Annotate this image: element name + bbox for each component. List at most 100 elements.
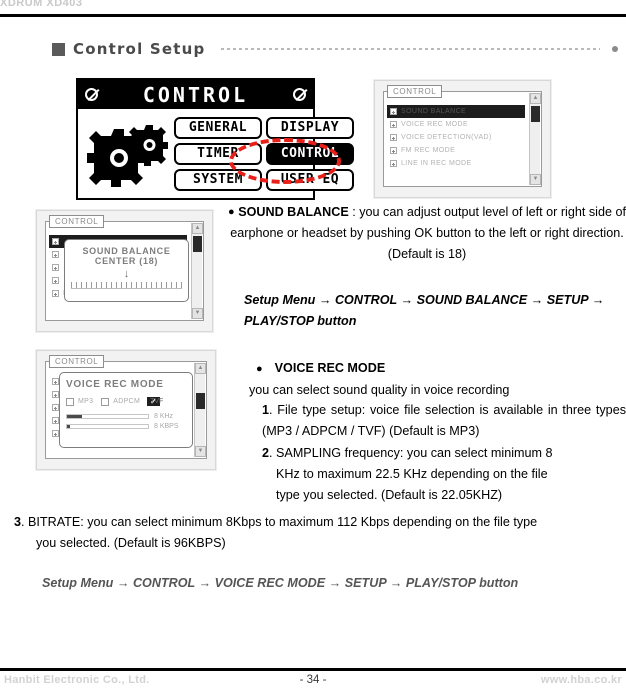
sampling-frequency-slider-row: 8 KHz <box>60 413 192 420</box>
no-entry-icon-left <box>85 88 98 101</box>
lcd-button-display[interactable]: DISPLAY <box>266 117 354 139</box>
tree-item-label: SOUND BALANCE <box>401 108 467 115</box>
tree-item-sound-balance[interactable]: SOUND BALANCE <box>387 105 525 118</box>
voice-rec-mode-item-1: 1. File type setup: voice file selection… <box>262 400 626 442</box>
item-text: . File type setup: voice file selection … <box>262 403 626 438</box>
voice-rec-mode-item-2: 2. SAMPLING frequency: you can select mi… <box>262 443 626 506</box>
footer-page-number: - 34 - <box>299 674 327 686</box>
expand-plus-icon[interactable] <box>390 134 397 141</box>
footer-website[interactable]: www.hba.co.kr <box>541 674 622 686</box>
sampling-frequency-slider[interactable] <box>66 414 149 419</box>
tree-item-label: VOICE REC MODE <box>401 121 469 128</box>
lcd-button-system[interactable]: SYSTEM <box>174 169 262 191</box>
item-text-line2: you selected. (Default is 96KBPS) <box>36 536 226 550</box>
scroll-up-arrow-icon[interactable]: ▲ <box>192 223 203 234</box>
bullet-icon: ● <box>228 206 235 218</box>
expand-plus-icon[interactable] <box>52 404 59 411</box>
checkbox-label-adpcm: ADPCM <box>113 398 141 405</box>
item-number: 1 <box>262 403 270 417</box>
lcd-button-general[interactable]: GENERAL <box>174 117 262 139</box>
expand-plus-icon[interactable] <box>390 160 397 167</box>
gears-icon <box>87 125 168 187</box>
scroll-down-arrow-icon[interactable]: ▼ <box>530 174 541 185</box>
item-text-line3: type you selected. (Default is 22.05KHZ) <box>276 488 503 502</box>
voice-rec-dialog-title: VOICE REC MODE <box>66 379 164 390</box>
tree-item-voice-detection[interactable]: VOICE DETECTION(VAD) <box>387 131 525 144</box>
tree-item-line-in-rec-mode[interactable]: LINE IN REC MODE <box>387 157 525 170</box>
voice-rec-mode-heading: ● VOICE REC MODE <box>256 361 626 375</box>
checkbox-adpcm[interactable] <box>101 397 110 406</box>
lcd-menu-button-grid: GENERAL DISPLAY TIMER CONTROL SYSTEM USE… <box>174 117 354 191</box>
control-tree-panel: CONTROL SOUND BALANCE VOICE REC MODE VOI… <box>383 85 542 187</box>
expand-plus-icon[interactable] <box>52 238 59 245</box>
lcd-button-control[interactable]: CONTROL <box>266 143 354 165</box>
expand-plus-icon[interactable] <box>390 121 397 128</box>
expand-plus-icon[interactable] <box>52 417 59 424</box>
lcd-body: GENERAL DISPLAY TIMER CONTROL SYSTEM USE… <box>78 109 354 198</box>
expand-plus-icon[interactable] <box>52 251 59 258</box>
running-header: XDRUM XD403 <box>0 0 83 9</box>
sound-balance-panel: CONTROL LINE IN REC MODE SOUND BALANCE C… <box>45 215 204 321</box>
scroll-up-arrow-icon[interactable]: ▲ <box>195 363 206 374</box>
tree-item-fm-rec-mode[interactable]: FM REC MODE <box>387 144 525 157</box>
lcd-title-bar: CONTROL <box>78 80 313 109</box>
section-bullet-square-icon <box>52 42 65 56</box>
control-tree-tab-label[interactable]: CONTROL <box>387 85 443 98</box>
no-entry-icon-right <box>293 88 306 101</box>
bitrate-slider[interactable] <box>66 424 149 429</box>
sound-balance-term: SOUND BALANCE <box>238 205 349 219</box>
sampling-frequency-value: 8 KHz <box>154 413 174 420</box>
expand-plus-icon[interactable] <box>52 290 59 297</box>
sound-balance-dialog: SOUND BALANCE CENTER (18) ↓ <box>64 239 189 302</box>
slider-fill <box>67 425 71 428</box>
expand-plus-icon[interactable] <box>52 391 59 398</box>
footer-divider <box>0 668 626 671</box>
checkbox-mp3[interactable] <box>66 397 74 406</box>
slider-fill <box>67 415 82 418</box>
voice-rec-mode-item-3: 3. BITRATE: you can select minimum 8Kbps… <box>14 512 626 554</box>
expand-plus-icon[interactable] <box>52 430 59 437</box>
expand-plus-icon[interactable] <box>390 108 397 115</box>
bitrate-slider-row: 8 KBPS <box>60 423 192 430</box>
section-heading: Control Setup <box>52 40 618 58</box>
scrollbar-thumb[interactable] <box>531 106 540 122</box>
voice-rec-mode-path: Setup Menu → CONTROL → VOICE REC MODE → … <box>42 576 519 590</box>
scroll-down-arrow-icon[interactable]: ▼ <box>195 446 206 457</box>
expand-plus-icon[interactable] <box>390 147 397 154</box>
vertical-scrollbar[interactable]: ▲ ▼ <box>194 363 206 457</box>
lcd-button-user-eq[interactable]: USER EQ <box>266 169 354 191</box>
sound-balance-path: Setup Menu → CONTROL → SOUND BALANCE → S… <box>244 293 605 328</box>
tree-item-voice-rec-mode[interactable]: VOICE REC MODE <box>387 118 525 131</box>
expand-plus-icon[interactable] <box>52 264 59 271</box>
sound-balance-tab-label[interactable]: CONTROL <box>49 215 105 228</box>
item-number: 3 <box>14 515 22 529</box>
scroll-up-arrow-icon[interactable]: ▲ <box>530 93 541 104</box>
voice-rec-mode-term: VOICE REC MODE <box>274 361 386 375</box>
file-type-options: MP3 ADPCM ✓ TVF <box>60 397 192 406</box>
checkbox-label-tvf: TVF <box>150 398 164 405</box>
checkbox-tvf-selected[interactable]: ✓ TVF <box>147 397 164 406</box>
voice-rec-mode-subtitle: you can select sound quality in voice re… <box>249 383 510 397</box>
section-end-dot-icon <box>612 46 618 52</box>
voice-rec-panel: CONTROL VOICE REC MODE MP3 ADPCM ✓ TVF 8… <box>45 355 207 459</box>
tree-item-label: LINE IN REC MODE <box>401 160 472 167</box>
scrollbar-thumb[interactable] <box>193 236 202 252</box>
scrollbar-thumb[interactable] <box>196 393 205 409</box>
item-text: . SAMPLING frequency: you can select min… <box>269 446 553 460</box>
voice-rec-tab-label[interactable]: CONTROL <box>49 355 105 368</box>
expand-plus-icon[interactable] <box>52 378 59 385</box>
balance-slider-scale[interactable] <box>71 282 182 289</box>
pc-screenshot-sound-balance: CONTROL LINE IN REC MODE SOUND BALANCE C… <box>36 210 213 332</box>
vertical-scrollbar[interactable]: ▲ ▼ <box>191 223 203 319</box>
expand-plus-icon[interactable] <box>52 277 59 284</box>
scroll-down-arrow-icon[interactable]: ▼ <box>192 308 203 319</box>
manual-page: XDRUM XD403 Control Setup CONTROL GENERA… <box>0 0 626 695</box>
pc-screenshot-voice-rec-mode: CONTROL VOICE REC MODE MP3 ADPCM ✓ TVF 8… <box>36 350 216 470</box>
sound-balance-dialog-title: SOUND BALANCE <box>82 246 171 256</box>
section-title: Control Setup <box>73 40 206 58</box>
lcd-button-timer[interactable]: TIMER <box>174 143 262 165</box>
vertical-scrollbar[interactable]: ▲ ▼ <box>529 93 541 185</box>
item-text-line2: KHz to maximum 22.5 KHz depending on the… <box>276 467 548 481</box>
voice-rec-dialog: VOICE REC MODE MP3 ADPCM ✓ TVF 8 KHz 8 K… <box>59 372 193 448</box>
control-tree-list: SOUND BALANCE VOICE REC MODE VOICE DETEC… <box>387 105 525 170</box>
